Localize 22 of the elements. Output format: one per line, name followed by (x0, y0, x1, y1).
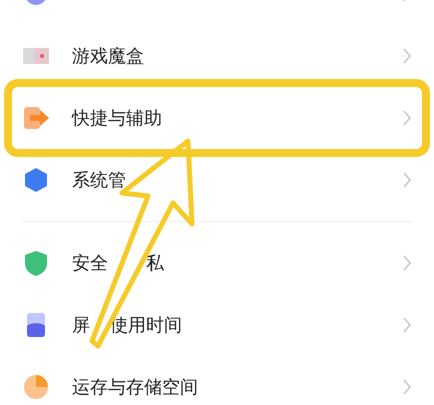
hexagon-icon (22, 166, 50, 194)
settings-item[interactable]: 安全 私 (12, 232, 422, 294)
arrow-icon (22, 104, 50, 132)
item-label: 安全 (72, 252, 108, 275)
chevron-right-icon (402, 171, 412, 189)
settings-item[interactable]: 游戏魔盒 (12, 25, 422, 87)
item-label: 快捷与辅助 (72, 107, 162, 130)
chevron-right-icon (402, 109, 412, 127)
chevron-right-icon (402, 316, 412, 334)
settings-item[interactable]: 系统管 (12, 149, 422, 211)
settings-item[interactable]: 运存与存储空间 (12, 356, 422, 405)
chevron-right-icon (402, 254, 412, 272)
item-label: 私 (146, 252, 164, 275)
chevron-right-icon (402, 47, 412, 65)
chevron-right-icon (402, 378, 412, 396)
settings-item[interactable]: 快捷与辅助 (12, 87, 422, 149)
item-label: 系统管 (72, 169, 126, 192)
shield-icon (22, 249, 50, 277)
item-label: 游戏魔盒 (72, 45, 144, 68)
item-label: 运存与存储空间 (72, 376, 198, 399)
item-label: 屏 (72, 314, 90, 337)
pie-icon (22, 373, 50, 401)
